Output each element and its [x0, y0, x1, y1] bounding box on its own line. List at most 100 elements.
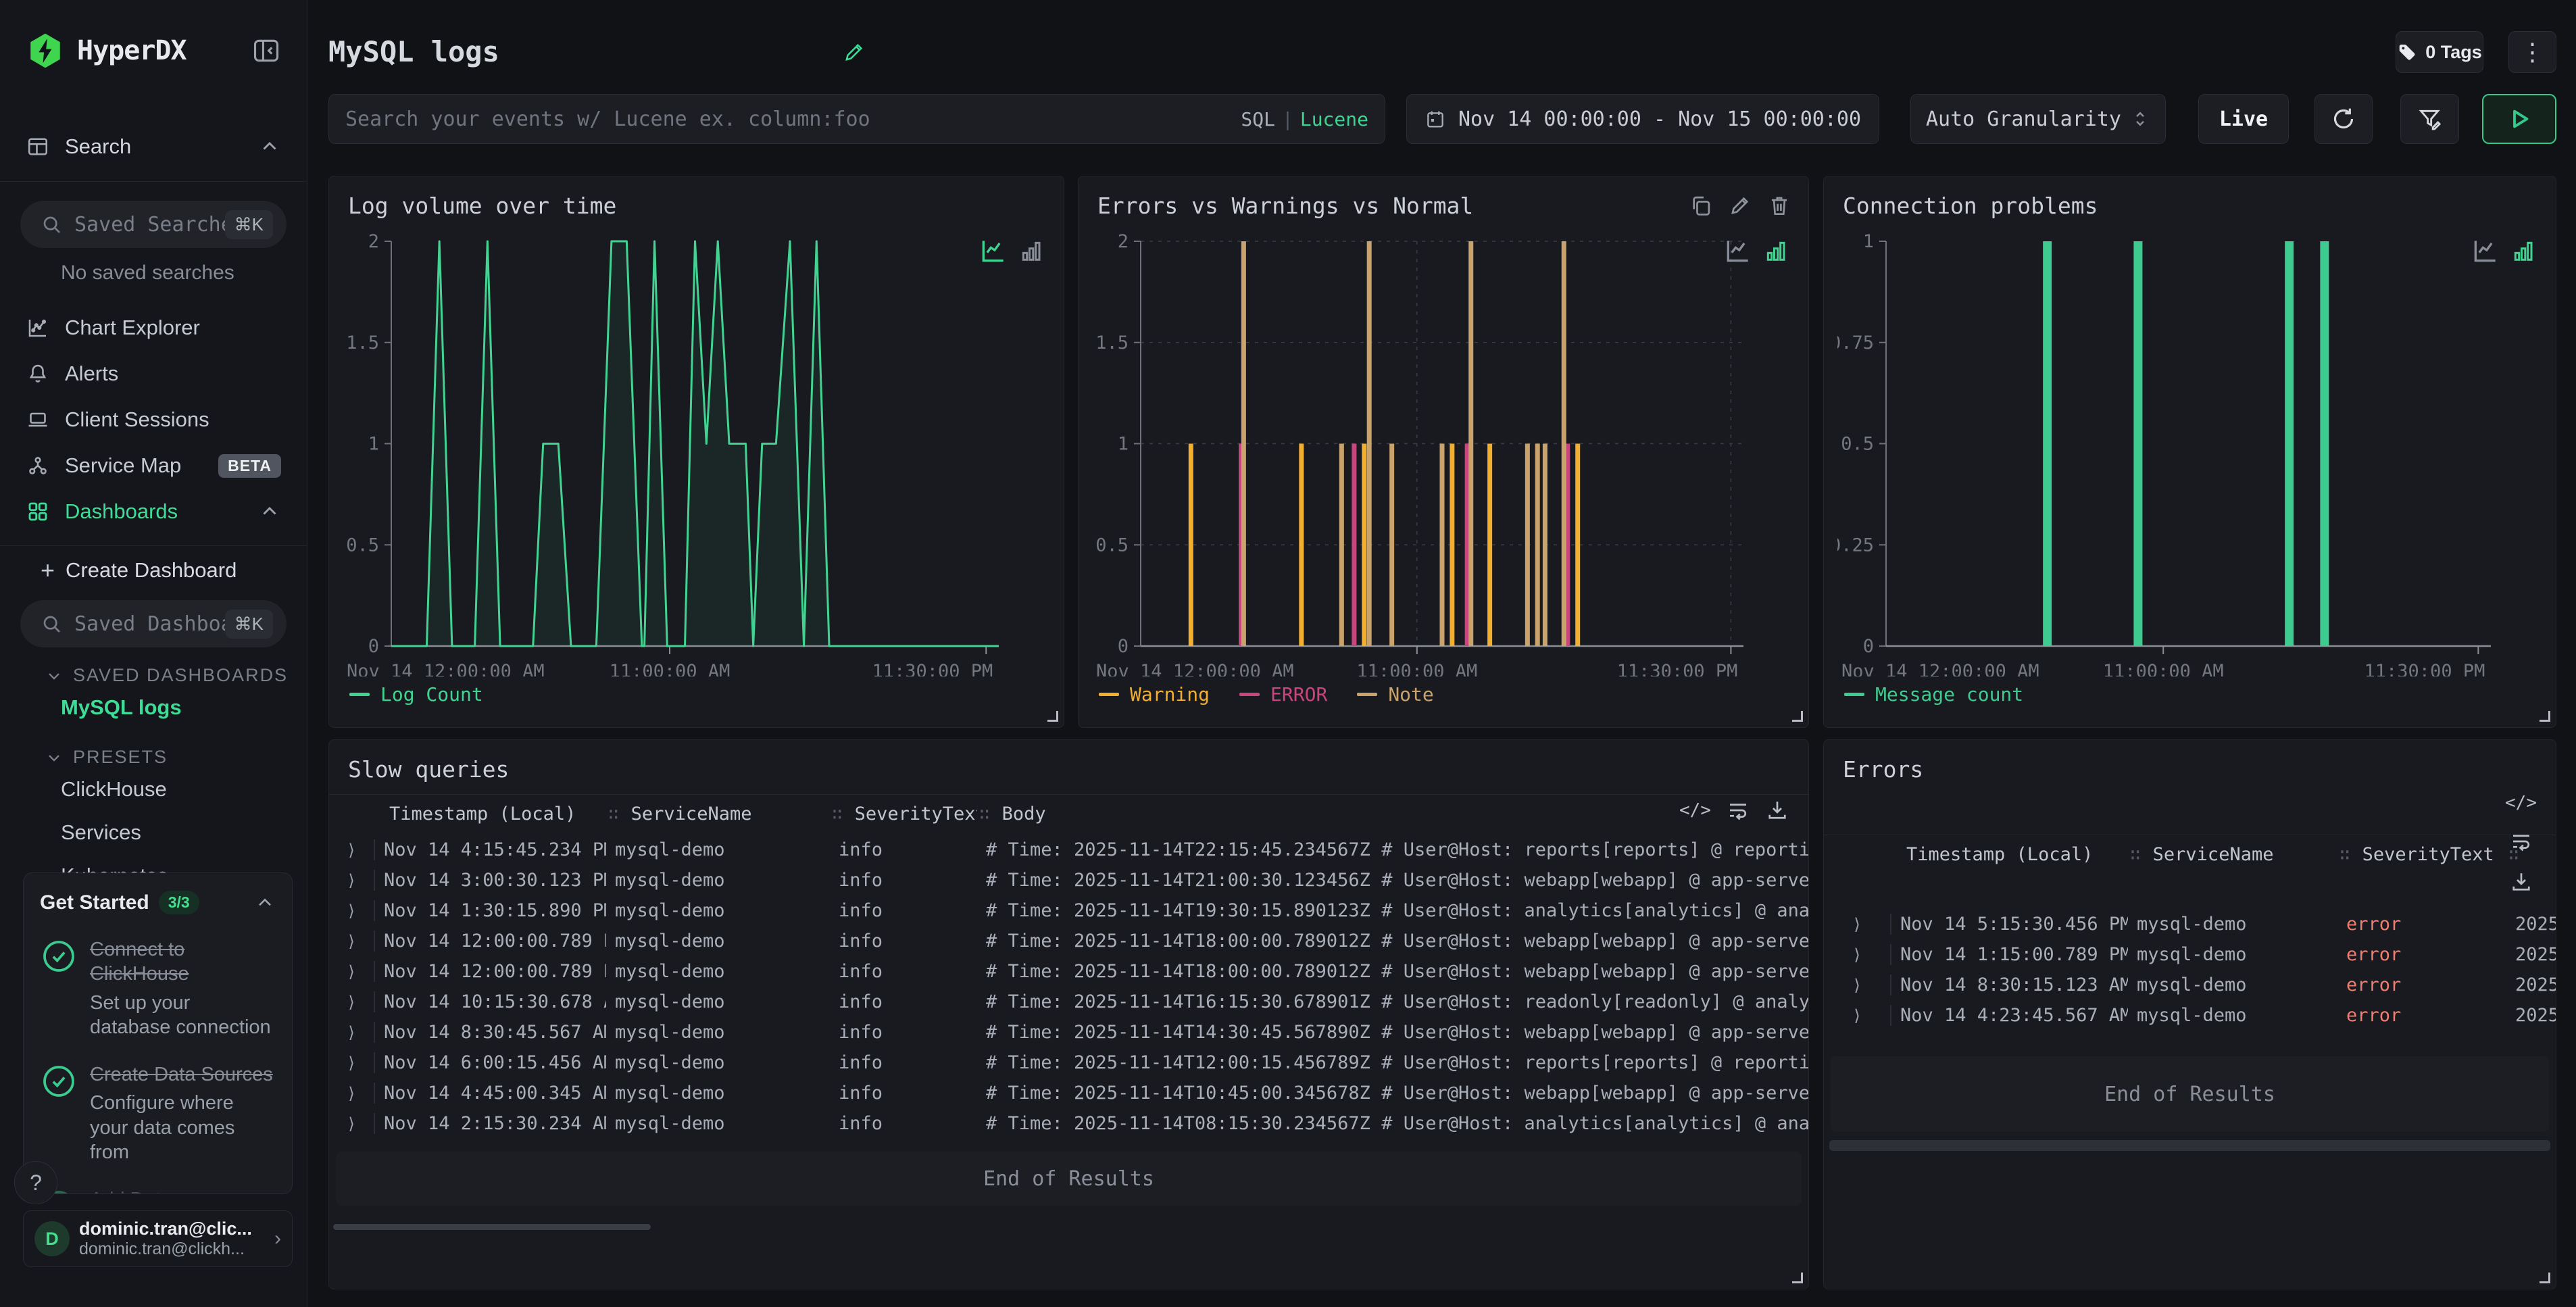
- expand-row-icon[interactable]: ⟩: [1824, 975, 1891, 996]
- column-header[interactable]: ∷SeverityText: [830, 804, 977, 824]
- sidebar-item-mysql-logs[interactable]: MySQL logs: [0, 686, 307, 729]
- drag-handle-icon[interactable]: ∷: [2339, 845, 2350, 865]
- sidebar-item-service-map[interactable]: Service Map BETA: [0, 443, 307, 489]
- sidebar-item-search[interactable]: Search: [0, 123, 307, 170]
- download-icon[interactable]: [1765, 798, 1789, 822]
- get-started-item[interactable]: Add Data Start sending logs, metrics, or…: [40, 1187, 276, 1194]
- expand-row-icon[interactable]: ⟩: [329, 1083, 375, 1104]
- table-row[interactable]: ⟩Nov 14 12:00:00.789 PMmysql-demoinfo# T…: [329, 956, 1808, 987]
- search-input[interactable]: [345, 107, 1241, 131]
- table-row[interactable]: ⟩Nov 14 1:15:00.789 PMmysql-demoerror202…: [1824, 939, 2556, 970]
- wrap-lines-icon[interactable]: [2509, 829, 2533, 854]
- bar-chart-toggle-icon[interactable]: [1018, 237, 1045, 264]
- wrap-lines-icon[interactable]: [1726, 798, 1750, 822]
- saved-dashboards-field[interactable]: [74, 612, 225, 636]
- saved-dashboards-group[interactable]: SAVED DASHBOARDS: [45, 665, 307, 686]
- column-header[interactable]: ∷ServiceName: [2128, 844, 2337, 865]
- expand-row-icon[interactable]: ⟩: [329, 991, 375, 1013]
- line-chart-toggle-icon[interactable]: [2471, 236, 2500, 266]
- filter-edit-button[interactable]: [2400, 94, 2459, 144]
- legend-item[interactable]: Log Count: [349, 683, 483, 706]
- drag-handle-icon[interactable]: ∷: [2130, 845, 2141, 865]
- run-query-button[interactable]: [2482, 94, 2556, 144]
- sidebar-item-clickhouse[interactable]: ClickHouse: [0, 768, 307, 811]
- expand-row-icon[interactable]: ⟩: [329, 900, 375, 922]
- delete-panel-icon[interactable]: [1766, 193, 1792, 218]
- column-header[interactable]: ∷SeverityText: [2337, 844, 2506, 865]
- table-row[interactable]: ⟩Nov 14 8:30:15.123 AMmysql-demoerror202…: [1824, 970, 2556, 1000]
- expand-row-icon[interactable]: ⟩: [1824, 944, 1891, 966]
- expand-row-icon[interactable]: ⟩: [329, 1022, 375, 1043]
- collapse-sidebar-icon[interactable]: [251, 36, 281, 66]
- sidebar-item-alerts[interactable]: Alerts: [0, 351, 307, 397]
- brand[interactable]: HyperDX: [26, 31, 187, 70]
- legend-item[interactable]: Message count: [1844, 683, 2023, 706]
- table-row[interactable]: ⟩Nov 14 12:00:00.789 PMmysql-demoinfo# T…: [329, 926, 1808, 956]
- panel-resize-handle[interactable]: [1792, 1273, 1803, 1283]
- chevron-up-icon[interactable]: [258, 135, 281, 158]
- expand-row-icon[interactable]: ⟩: [329, 870, 375, 891]
- saved-searches-input[interactable]: ⌘K: [20, 201, 287, 248]
- presets-group[interactable]: PRESETS: [45, 747, 307, 768]
- live-button[interactable]: Live: [2198, 94, 2289, 144]
- table-row[interactable]: ⟩Nov 14 4:23:45.567 AMmysql-demoerror202…: [1824, 1000, 2556, 1031]
- saved-searches-field[interactable]: [74, 213, 225, 237]
- chevron-up-icon[interactable]: [258, 500, 281, 523]
- code-view-icon[interactable]: </>: [1679, 800, 1711, 820]
- panel-resize-handle[interactable]: [2540, 1273, 2550, 1283]
- table-row[interactable]: ⟩Nov 14 8:30:45.567 AMmysql-demoinfo# Ti…: [329, 1017, 1808, 1047]
- column-header[interactable]: Timestamp (Local): [1891, 844, 2128, 865]
- sidebar-item-client-sessions[interactable]: Client Sessions: [0, 397, 307, 443]
- edit-title-icon[interactable]: [841, 39, 867, 65]
- column-header[interactable]: Timestamp (Local): [375, 804, 606, 824]
- duplicate-panel-icon[interactable]: [1688, 193, 1714, 218]
- edit-panel-icon[interactable]: [1727, 193, 1753, 218]
- legend-item[interactable]: Note: [1357, 683, 1433, 706]
- panel-resize-handle[interactable]: [1047, 711, 1058, 722]
- bar-chart-toggle-icon[interactable]: [1762, 237, 1789, 264]
- help-button[interactable]: ?: [14, 1161, 57, 1204]
- refresh-button[interactable]: [2314, 94, 2373, 144]
- line-chart-toggle-icon[interactable]: [1723, 236, 1753, 266]
- expand-row-icon[interactable]: ⟩: [1824, 914, 1891, 935]
- table-row[interactable]: ⟩Nov 14 6:00:15.456 AMmysql-demoinfo# Ti…: [329, 1047, 1808, 1078]
- table-row[interactable]: ⟩Nov 14 2:15:30.234 AMmysql-demoinfo# Ti…: [329, 1108, 1808, 1139]
- lucene-toggle[interactable]: Lucene: [1300, 108, 1368, 130]
- legend-item[interactable]: ERROR: [1239, 683, 1327, 706]
- code-view-icon[interactable]: </>: [2505, 793, 2537, 813]
- drag-handle-icon[interactable]: ∷: [979, 804, 990, 824]
- table-row[interactable]: ⟩Nov 14 5:15:30.456 PMmysql-demoerror202…: [1824, 909, 2556, 939]
- sidebar-item-services[interactable]: Services: [0, 811, 307, 854]
- chevron-up-icon[interactable]: [254, 892, 276, 914]
- download-icon[interactable]: [2509, 870, 2533, 894]
- get-started-item[interactable]: Connect to ClickHouse Set up your databa…: [40, 937, 276, 1039]
- column-header[interactable]: ∷ServiceName: [606, 804, 830, 824]
- table-row[interactable]: ⟩Nov 14 1:30:15.890 PMmysql-demoinfo# Ti…: [329, 895, 1808, 926]
- horizontal-scrollbar[interactable]: [333, 1224, 651, 1230]
- expand-row-icon[interactable]: ⟩: [329, 931, 375, 952]
- tags-button[interactable]: 0 Tags: [2396, 31, 2483, 73]
- more-menu-button[interactable]: ⋮: [2508, 31, 2556, 73]
- expand-row-icon[interactable]: ⟩: [329, 1113, 375, 1135]
- table-row[interactable]: ⟩Nov 14 3:00:30.123 PMmysql-demoinfo# Ti…: [329, 865, 1808, 895]
- panel-resize-handle[interactable]: [1792, 711, 1803, 722]
- granularity-select[interactable]: Auto Granularity: [1910, 94, 2166, 144]
- horizontal-scrollbar[interactable]: [1829, 1140, 2550, 1151]
- get-started-item[interactable]: Create Data Sources Configure where your…: [40, 1062, 276, 1164]
- sql-toggle[interactable]: SQL: [1241, 108, 1275, 130]
- line-chart-toggle-icon[interactable]: [979, 236, 1008, 266]
- user-menu[interactable]: D dominic.tran@clic... dominic.tran@clic…: [23, 1210, 293, 1267]
- saved-dashboards-input[interactable]: ⌘K: [20, 600, 287, 647]
- time-range-picker[interactable]: Nov 14 00:00:00 - Nov 15 00:00:00: [1406, 94, 1879, 144]
- event-search-bar[interactable]: SQL|Lucene: [328, 94, 1385, 144]
- table-row[interactable]: ⟩Nov 14 4:45:00.345 AMmysql-demoinfo# Ti…: [329, 1078, 1808, 1108]
- expand-row-icon[interactable]: ⟩: [329, 1052, 375, 1074]
- expand-row-icon[interactable]: ⟩: [1824, 1005, 1891, 1027]
- panel-resize-handle[interactable]: [2540, 711, 2550, 722]
- bar-chart-toggle-icon[interactable]: [2510, 237, 2537, 264]
- expand-row-icon[interactable]: ⟩: [329, 839, 375, 861]
- expand-row-icon[interactable]: ⟩: [329, 961, 375, 983]
- sidebar-item-chart-explorer[interactable]: Chart Explorer: [0, 305, 307, 351]
- drag-handle-icon[interactable]: ∷: [832, 804, 843, 824]
- sidebar-item-dashboards[interactable]: Dashboards: [0, 489, 307, 535]
